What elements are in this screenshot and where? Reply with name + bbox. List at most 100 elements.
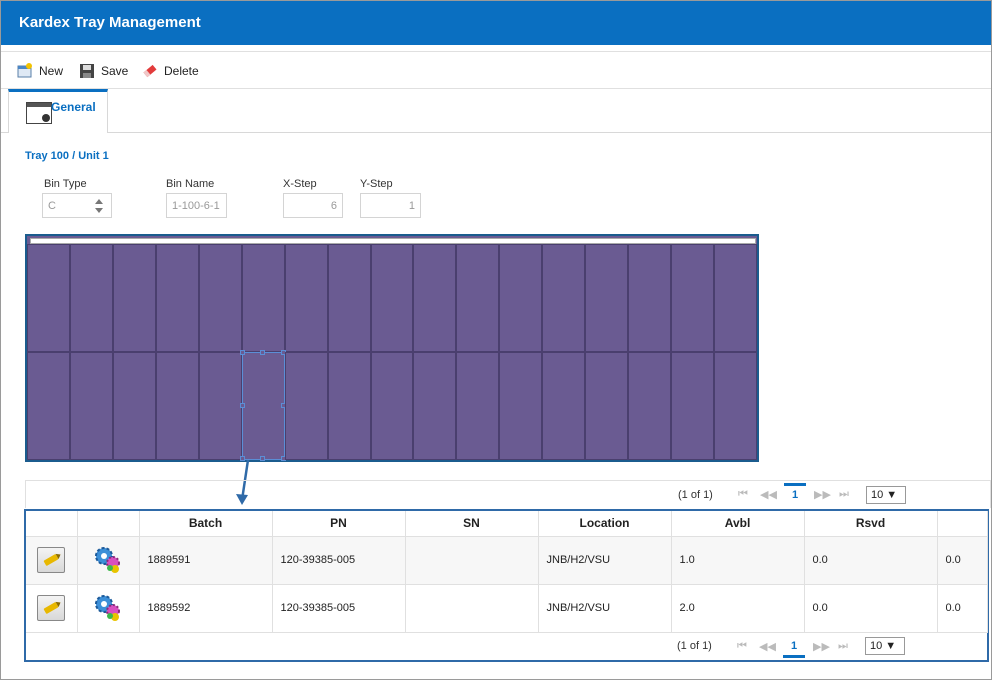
tray-bin[interactable] [499, 352, 543, 460]
edit-button[interactable] [37, 547, 66, 573]
column-header-avbl[interactable]: Avbl [671, 511, 805, 537]
breadcrumb: Tray 100 / Unit 1 [25, 150, 109, 162]
floppy-disk-icon [79, 63, 95, 79]
gears-icon[interactable] [93, 544, 123, 574]
save-label: Save [101, 64, 129, 78]
gears-icon[interactable] [93, 592, 123, 622]
tray-bin[interactable] [714, 244, 757, 352]
tray-bin[interactable] [542, 352, 586, 460]
new-button[interactable]: New [17, 61, 63, 81]
tray-bin[interactable] [542, 244, 586, 352]
tray-bin[interactable] [628, 244, 672, 352]
tray-bin[interactable] [27, 244, 70, 352]
tray-bin[interactable] [499, 244, 543, 352]
page-size-select[interactable]: 10 ▼ [865, 637, 905, 655]
column-header-location[interactable]: Location [538, 511, 672, 537]
spinner-arrows-icon [95, 199, 103, 213]
tray-bin[interactable] [112, 244, 156, 352]
tray-bin[interactable] [413, 352, 457, 460]
tray-bin[interactable] [284, 352, 328, 460]
tray-bin[interactable] [456, 352, 500, 460]
tray-bin[interactable] [327, 244, 371, 352]
tray-bin[interactable] [284, 244, 328, 352]
column-header-sn[interactable]: SN [405, 511, 539, 537]
tray-bin[interactable] [241, 244, 285, 352]
toolbar: New Save Delete [1, 51, 991, 89]
new-label: New [39, 64, 64, 78]
column-header-pn[interactable]: PN [272, 511, 406, 537]
tray-bin[interactable] [370, 244, 414, 352]
tray-bin[interactable] [69, 352, 113, 460]
pencil-icon [43, 553, 59, 567]
gears-cell [77, 584, 140, 633]
tray-bin[interactable] [155, 352, 199, 460]
previous-page-icon[interactable]: ◀◀ [759, 640, 776, 653]
edit-button[interactable] [37, 595, 66, 621]
tray-bin[interactable] [198, 244, 242, 352]
edit-cell [26, 584, 78, 633]
avbl-cell: 1.0 [671, 536, 805, 585]
resize-handle[interactable] [260, 456, 266, 461]
location-cell: JNB/H2/VSU [538, 584, 672, 633]
page-number[interactable]: 1 [784, 482, 806, 501]
y-step-label: Y-Step [360, 178, 393, 190]
bin-type-value: C [48, 199, 56, 212]
resize-handle[interactable] [239, 350, 245, 355]
rsvd-cell: 0.0 [804, 536, 938, 585]
avbl-cell: 2.0 [671, 584, 805, 633]
tray-bin[interactable] [27, 352, 70, 460]
next-page-icon[interactable]: ▶▶ [813, 640, 830, 653]
tray-bin[interactable] [69, 244, 113, 352]
bin-name-field[interactable]: 1-100-6-1 [166, 193, 227, 218]
save-button[interactable]: Save [79, 61, 128, 81]
first-page-icon[interactable]: ⏮ [737, 640, 747, 653]
column-header [77, 511, 140, 537]
bin-type-label: Bin Type [44, 178, 87, 190]
last-page-icon[interactable]: ⏭ [838, 640, 848, 653]
column-header-rsvd[interactable]: Rsvd [804, 511, 938, 537]
pager-bottom: (1 of 1) ⏮ ◀◀ 1 ▶▶ ⏭ 10 ▼ [25, 632, 991, 660]
location-cell: JNB/H2/VSU [538, 536, 672, 585]
batch-cell: 1889592 [139, 584, 273, 633]
previous-page-icon[interactable]: ◀◀ [760, 488, 777, 501]
tray-bin[interactable] [585, 244, 629, 352]
resize-handle[interactable] [239, 403, 245, 408]
bin-name-label: Bin Name [166, 178, 215, 190]
tray-bin[interactable] [327, 352, 371, 460]
tray-bin[interactable] [628, 352, 672, 460]
window-icon [26, 102, 52, 124]
column-header-batch[interactable]: Batch [139, 511, 273, 537]
batch-cell: 1889591 [139, 536, 273, 585]
edit-cell [26, 536, 78, 585]
first-page-icon[interactable]: ⏮ [738, 488, 748, 501]
tray-bin[interactable] [198, 352, 242, 460]
tray-bin[interactable] [112, 352, 156, 460]
bin-type-select[interactable]: C [42, 193, 112, 218]
pager-top: (1 of 1) ⏮ ◀◀ 1 ▶▶ ⏭ 10 ▼ [25, 480, 991, 508]
bin-name-value: 1-100-6-1 [172, 199, 220, 212]
tray-bin[interactable] [413, 244, 457, 352]
page-number[interactable]: 1 [783, 640, 805, 658]
x-step-label: X-Step [283, 178, 317, 190]
tray-bin[interactable] [456, 244, 500, 352]
tray-bin[interactable] [585, 352, 629, 460]
tray-bin[interactable] [671, 244, 715, 352]
tray-bin[interactable] [155, 244, 199, 352]
title-bar: Kardex Tray Management [1, 1, 991, 45]
tray-bin[interactable] [714, 352, 757, 460]
tray-bin[interactable] [370, 352, 414, 460]
table-row: 1889591 120-39385-005 JNB/H2/VSU 1.0 0.0… [26, 536, 988, 585]
delete-button[interactable]: Delete [142, 61, 199, 81]
sn-cell [405, 584, 539, 633]
eraser-icon [142, 63, 158, 79]
tray-bin-selected[interactable] [239, 350, 286, 461]
page-size-select[interactable]: 10 ▼ [866, 485, 906, 504]
next-page-icon[interactable]: ▶▶ [814, 488, 831, 501]
y-step-field[interactable]: 1 [360, 193, 421, 218]
resize-handle[interactable] [260, 350, 266, 355]
tray-bin[interactable] [671, 352, 715, 460]
last-page-icon[interactable]: ⏭ [839, 488, 849, 501]
x-step-value: 6 [330, 199, 337, 212]
tab-general[interactable]: General [8, 89, 108, 133]
x-step-field[interactable]: 6 [283, 193, 343, 218]
